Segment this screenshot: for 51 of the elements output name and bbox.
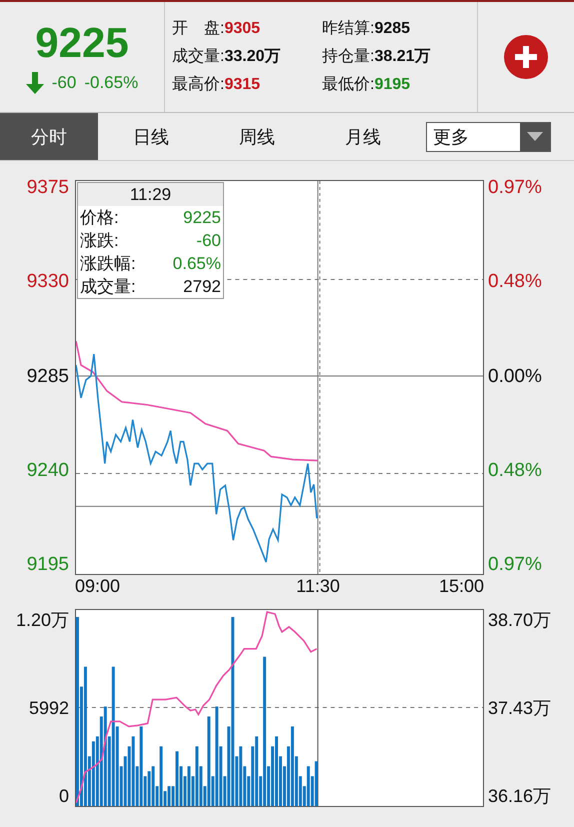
tooltip-label: 价格: xyxy=(80,207,119,229)
stat-label: 最低价: xyxy=(322,76,374,93)
stat-value: 9305 xyxy=(224,20,260,37)
tooltip-value: 0.65% xyxy=(172,253,221,275)
percent-axis-label: 0.97% xyxy=(488,176,543,200)
tooltip-value: -60 xyxy=(196,230,221,252)
stat-label: 昨结算: xyxy=(322,20,374,37)
stat-value: 33.20万 xyxy=(224,48,280,65)
tooltip-value: 2792 xyxy=(183,276,221,298)
stat-value: 9195 xyxy=(374,76,410,93)
stat-value: 38.21万 xyxy=(374,48,430,65)
tooltip-label: 涨跌幅: xyxy=(80,253,136,275)
price-axis-label: 9375 xyxy=(26,176,69,200)
stat-label: 持仓量: xyxy=(322,48,374,65)
volume-axis-label: 0 xyxy=(58,785,69,808)
stat-value: 9315 xyxy=(224,76,260,93)
last-price: 9225 xyxy=(35,20,129,66)
time-axis-label: 09:00 xyxy=(75,575,122,598)
period-tab[interactable]: 月线 xyxy=(310,113,416,160)
percent-axis-label: 0.48% xyxy=(488,270,543,294)
volume-axis-label: 1.20万 xyxy=(16,609,69,631)
period-tab[interactable]: 分时 xyxy=(0,113,98,160)
percent-axis-label: 0.97% xyxy=(488,553,543,577)
add-button[interactable] xyxy=(504,35,548,79)
percent-axis-label: 0.00% xyxy=(488,364,543,388)
price-change-percent: -0.65% xyxy=(84,73,138,93)
tooltip-time: 11:29 xyxy=(78,183,223,206)
plus-icon xyxy=(515,46,537,68)
price-change: -60 xyxy=(52,73,76,93)
open-interest-axis-label: 36.16万 xyxy=(488,785,552,808)
more-dropdown[interactable]: 更多 xyxy=(426,122,551,152)
stat-label: 最高价: xyxy=(172,76,224,93)
tooltip-value: 9225 xyxy=(183,207,221,229)
price-axis-label: 9195 xyxy=(26,553,69,577)
tooltip-label: 成交量: xyxy=(80,276,136,298)
period-tab[interactable]: 周线 xyxy=(204,113,310,160)
time-axis-label: 11:30 xyxy=(295,575,341,598)
percent-axis-label: 0.48% xyxy=(488,458,543,483)
price-axis-label: 9330 xyxy=(26,270,69,294)
stat-label: 开 盘: xyxy=(172,20,224,37)
volume-axis-label: 5992 xyxy=(28,697,69,720)
open-interest-axis-label: 37.43万 xyxy=(488,697,552,720)
price-axis-label: 9240 xyxy=(26,458,69,483)
stat-value: 9285 xyxy=(374,20,410,37)
caret-down-icon xyxy=(527,132,543,141)
tooltip-label: 涨跌: xyxy=(80,230,119,252)
period-tab[interactable]: 日线 xyxy=(98,113,204,160)
time-axis-label: 15:00 xyxy=(438,575,484,598)
price-axis-label: 9285 xyxy=(26,364,69,388)
stat-label: 成交量: xyxy=(172,48,224,65)
open-interest-axis-label: 38.70万 xyxy=(488,609,552,631)
